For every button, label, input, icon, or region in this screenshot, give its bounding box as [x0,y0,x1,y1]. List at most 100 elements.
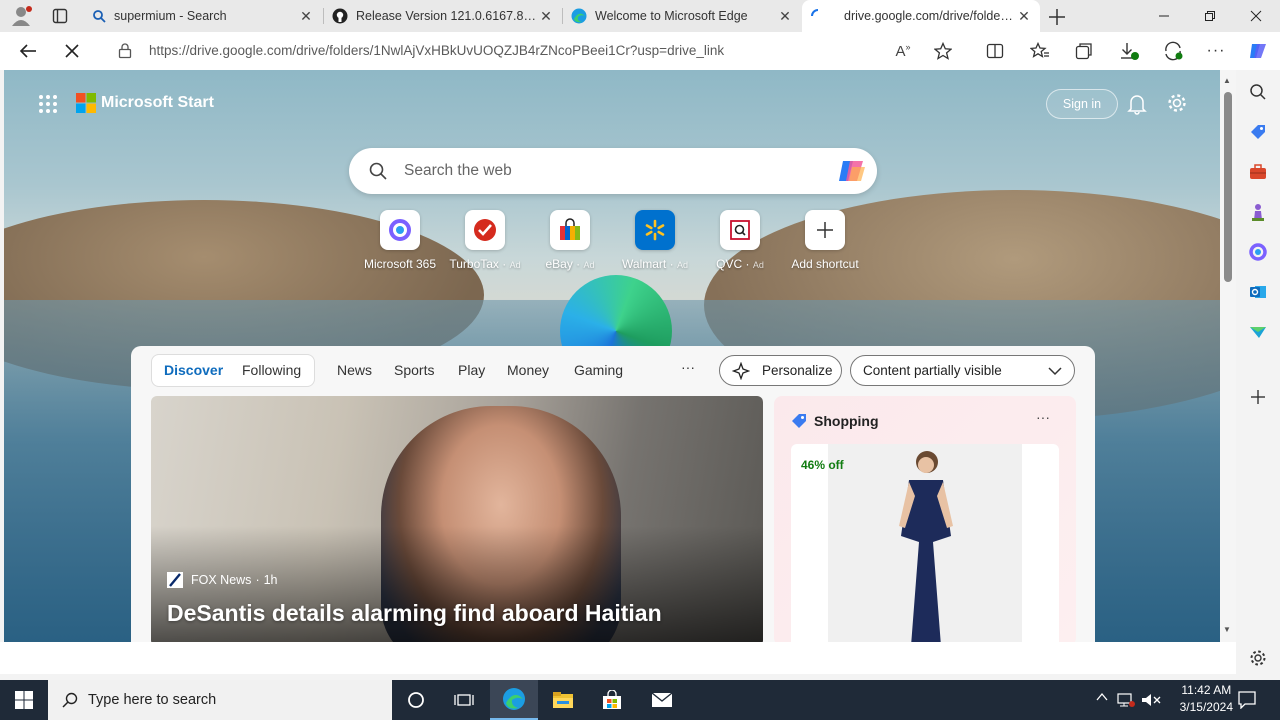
content-visibility-dropdown[interactable]: Content partially visible [850,355,1075,386]
tab-actions-icon[interactable] [52,8,68,24]
walmart-spark-icon [635,210,675,250]
url-text[interactable]: https://drive.google.com/drive/folders/1… [149,43,724,58]
microsoft-365-icon [380,210,420,250]
windows-taskbar: Type here to search 11:42 AM 3/15/2024 [0,680,1280,720]
shortcut-label: Walmart [622,257,667,271]
clock-time: 11:42 AM [1181,683,1232,697]
brand-name: Microsoft Start [101,94,214,111]
discount-badge: 46% off [801,458,844,472]
nav-more-button[interactable]: ··· [681,359,695,375]
outlook-icon[interactable] [1246,280,1270,304]
close-tab-icon[interactable]: ✕ [1016,8,1032,25]
microsoft-365-icon[interactable] [1246,240,1270,264]
tab-discover[interactable]: Discover [164,362,223,378]
games-chess-icon[interactable] [1246,200,1270,224]
restore-icon[interactable] [1187,0,1233,32]
sidebar-add-icon[interactable] [1246,385,1270,409]
tab-following[interactable]: Following [242,362,301,378]
shopping-title: Shopping [814,413,879,429]
article-headline[interactable]: DeSantis details alarming find aboard Ha… [167,600,662,627]
network-icon[interactable] [1117,692,1135,708]
close-tab-icon[interactable]: ✕ [538,8,554,25]
notification-center-icon[interactable] [1238,691,1256,709]
drop-send-icon[interactable] [1246,320,1270,344]
nav-sports[interactable]: Sports [394,362,434,378]
stop-loading-icon[interactable] [56,35,88,67]
personalize-button[interactable]: Personalize [719,355,842,386]
scrollbar-thumb[interactable] [1224,92,1232,282]
sidebar-settings-gear-icon[interactable] [1246,646,1270,670]
file-explorer-icon[interactable] [539,680,587,720]
new-tab-page: Microsoft Start Sign in Search the web M… [4,70,1220,642]
close-tab-icon[interactable]: ✕ [298,8,314,25]
new-tab-icon[interactable] [1047,7,1067,27]
notifications-bell-icon[interactable] [1127,93,1147,115]
shopping-card: Shopping ··· 46% off [774,396,1076,642]
settings-gear-icon[interactable] [1166,92,1188,114]
read-aloud-icon[interactable]: A» [887,35,919,67]
volume-muted-icon[interactable] [1141,692,1161,708]
shopping-tag-icon[interactable] [1246,120,1270,144]
tab-title: drive.google.com/drive/folders/1 [844,9,1016,23]
shortcut-qvc[interactable]: QVC · Ad [697,210,783,271]
taskbar-edge-icon[interactable] [490,680,538,720]
tab-welcome-edge[interactable]: Welcome to Microsoft Edge ✕ [563,0,801,32]
downloads-icon[interactable] [1113,35,1145,67]
task-view-icon[interactable] [440,680,488,720]
split-screen-icon[interactable] [979,35,1011,67]
tab-drive-google[interactable]: drive.google.com/drive/folders/1 ✕ [802,0,1040,32]
close-tab-icon[interactable]: ✕ [777,8,793,25]
nav-gaming[interactable]: Gaming [574,362,623,378]
copilot-icon[interactable] [1242,35,1274,67]
profile-icon[interactable] [10,6,32,26]
back-icon[interactable] [12,35,44,67]
tab-release-version[interactable]: Release Version 121.0.6167.81 H ✕ [324,0,562,32]
fox-news-icon [167,572,183,588]
product-card[interactable]: 46% off [791,444,1059,642]
collections-icon[interactable] [1068,35,1100,67]
taskbar-search-box[interactable]: Type here to search [48,680,392,720]
favorite-star-icon[interactable] [927,35,959,67]
scroll-up-arrow-icon[interactable]: ▲ [1223,76,1231,85]
status-area [0,642,1236,674]
loading-icon [810,8,826,24]
shortcut-label: Microsoft 365 [363,257,437,271]
chevron-down-icon [1048,366,1062,376]
nav-play[interactable]: Play [458,362,485,378]
close-window-icon[interactable] [1233,0,1279,32]
favorites-icon[interactable] [1024,35,1056,67]
site-info-icon[interactable] [118,43,132,59]
shortcut-add[interactable]: Add shortcut [782,210,868,271]
tab-supermium-search[interactable]: supermium - Search ✕ [84,0,322,32]
nav-news[interactable]: News [337,362,372,378]
web-search-box[interactable]: Search the web [349,148,877,194]
shortcut-label: TurboTax [449,257,499,271]
shortcut-turbotax[interactable]: TurboTax · Ad [442,210,528,271]
shortcut-ebay[interactable]: eBay · Ad [527,210,613,271]
copilot-icon[interactable] [837,157,867,185]
apps-launcher-icon[interactable] [38,94,58,114]
sign-in-button[interactable]: Sign in [1046,89,1118,119]
source-name: FOX News [191,573,252,587]
microsoft-start-brand[interactable]: Microsoft Start [76,93,214,113]
shortcut-microsoft-365[interactable]: Microsoft 365 [357,210,443,271]
tools-briefcase-icon[interactable] [1246,160,1270,184]
sidebar-search-icon[interactable] [1246,80,1270,104]
show-hidden-icons-icon[interactable] [1096,692,1108,702]
ad-label: Ad [676,260,688,270]
shopping-more-button[interactable]: ··· [1036,409,1050,425]
cortana-circle-icon[interactable] [392,680,440,720]
more-options-icon[interactable]: ··· [1200,35,1232,67]
microsoft-store-icon[interactable] [588,680,636,720]
windows-start-icon[interactable] [0,680,48,720]
shortcut-walmart[interactable]: Walmart · Ad [612,210,698,271]
mail-icon[interactable] [638,680,686,720]
hero-article[interactable]: FOX News · 1h DeSantis details alarming … [151,396,763,642]
scroll-down-arrow-icon[interactable]: ▼ [1223,625,1231,634]
minimize-icon[interactable] [1141,0,1187,32]
ad-label: Ad [509,260,521,270]
system-clock[interactable]: 11:42 AM 3/15/2024 [1180,682,1233,716]
visibility-label: Content partially visible [863,363,1002,378]
nav-money[interactable]: Money [507,362,549,378]
browser-essentials-icon[interactable] [1157,35,1189,67]
